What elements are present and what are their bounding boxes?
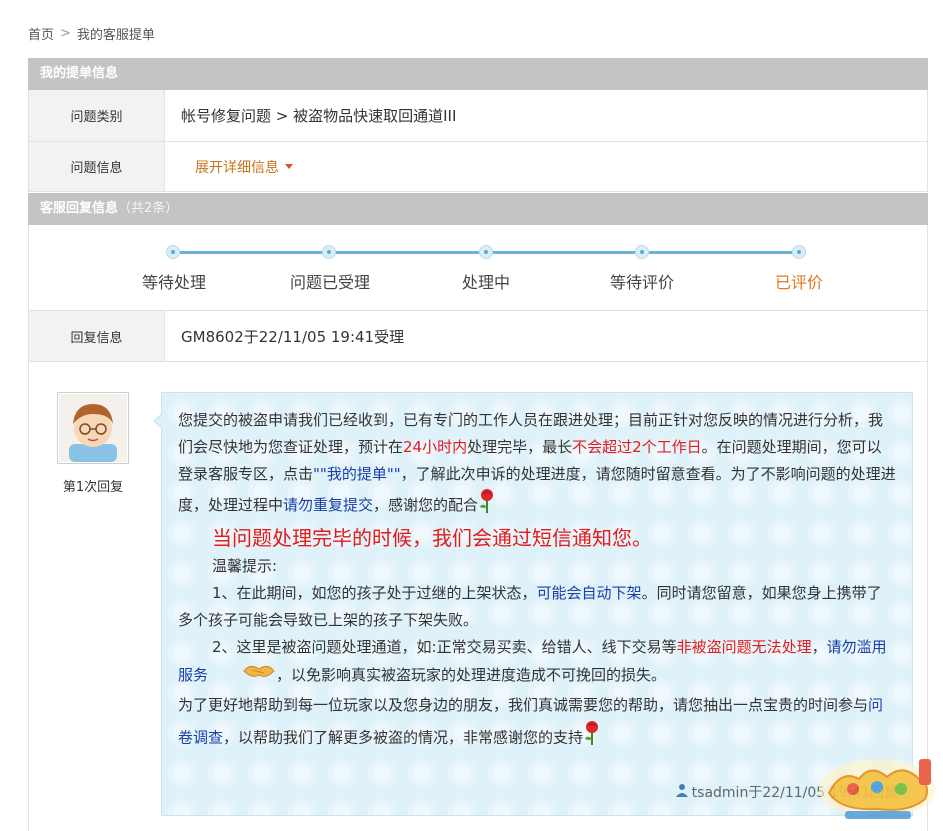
sms-notice: 当问题处理完毕的时候，我们会通过短信通知您。 bbox=[212, 526, 652, 550]
rose-icon bbox=[478, 488, 496, 523]
reply-paragraph-1: 您提交的被盗申请我们已经收到，已有专门的工作人员在跟进处理；目前正针对您反映的情… bbox=[178, 407, 896, 523]
ticket-info-header: 我的提单信息 bbox=[28, 58, 928, 90]
step-label-1: 等待处理 bbox=[141, 273, 207, 292]
category-value: 帐号修复问题 > 被盗物品快速取回通道III bbox=[181, 107, 457, 125]
breadcrumb-current: 我的客服提单 bbox=[76, 28, 155, 43]
avatar-boy-icon bbox=[57, 392, 129, 464]
rose-icon bbox=[583, 720, 601, 756]
step-dot-4 bbox=[635, 245, 649, 259]
reply-bubble: 您提交的被盗申请我们已经收到，已有专门的工作人员在跟进处理；目前正针对您反映的情… bbox=[153, 392, 913, 816]
reply-area: 第1次回复 您提交的被盗申请我们已经收到，已有专门的工作人员在跟进处理；目前正针… bbox=[28, 362, 928, 831]
step-label-5: 已评价 bbox=[774, 273, 824, 292]
info-row: 问题信息 展开详细信息 bbox=[28, 142, 928, 192]
breadcrumb: 首页 > 我的客服提单 bbox=[28, 24, 155, 43]
progress-tracker: 等待处理 问题已受理 处理中 等待评价 已评价 bbox=[28, 225, 928, 311]
step-label-3: 处理中 bbox=[461, 273, 511, 292]
reply-info-row: 回复信息 GM8602于22/11/05 19:41受理 bbox=[28, 311, 928, 362]
reply-info-label: 回复信息 bbox=[29, 311, 165, 361]
game-logo-watermark bbox=[815, 749, 939, 827]
expand-details-link[interactable]: 展开详细信息 bbox=[195, 157, 293, 177]
my-tickets-link[interactable]: ""我的提单"" bbox=[313, 465, 401, 483]
step-label-2: 问题已受理 bbox=[289, 273, 371, 292]
reply-number-label: 第1次回复 bbox=[62, 480, 124, 495]
replies-panel: 客服回复信息（共2条） 等待处理 问题已受理 处理中 等待评价 已评价 回复信息… bbox=[28, 193, 928, 831]
closing-paragraph: 为了更好地帮助到每一位玩家以及您身边的朋友，我们真诚需要您的帮助，请您抽出一点宝… bbox=[178, 690, 896, 756]
reply-info-value: GM8602于22/11/05 19:41受理 bbox=[181, 327, 405, 346]
step-dot-5 bbox=[792, 245, 806, 259]
replies-header: 客服回复信息（共2条） bbox=[28, 193, 928, 225]
breadcrumb-home[interactable]: 首页 bbox=[28, 24, 54, 43]
category-row: 问题类别 帐号修复问题 > 被盗物品快速取回通道III bbox=[28, 90, 928, 142]
user-icon bbox=[675, 780, 689, 807]
caret-down-icon bbox=[285, 164, 293, 169]
chevron-right-icon: > bbox=[60, 26, 71, 41]
replies-count: （共2条） bbox=[118, 201, 179, 216]
info-label: 问题信息 bbox=[29, 142, 165, 191]
tip-title: 温馨提示: bbox=[212, 557, 278, 575]
handshake-icon bbox=[208, 661, 276, 690]
step-label-4: 等待评价 bbox=[609, 273, 675, 292]
ticket-info-panel: 我的提单信息 问题类别 帐号修复问题 > 被盗物品快速取回通道III 问题信息 … bbox=[28, 58, 928, 192]
tip-1: 1、在此期间，如您的孩子处于过继的上架状态，可能会自动下架。同时请您留意，如果您… bbox=[178, 584, 882, 629]
step-dot-2 bbox=[322, 245, 336, 259]
step-dot-3 bbox=[479, 245, 493, 259]
tip-2: 2、这里是被盗问题处理通道，如:正常交易买卖、给错人、线下交易等非被盗问题无法处… bbox=[178, 634, 896, 690]
step-dot-1 bbox=[166, 245, 180, 259]
category-label: 问题类别 bbox=[29, 90, 165, 141]
